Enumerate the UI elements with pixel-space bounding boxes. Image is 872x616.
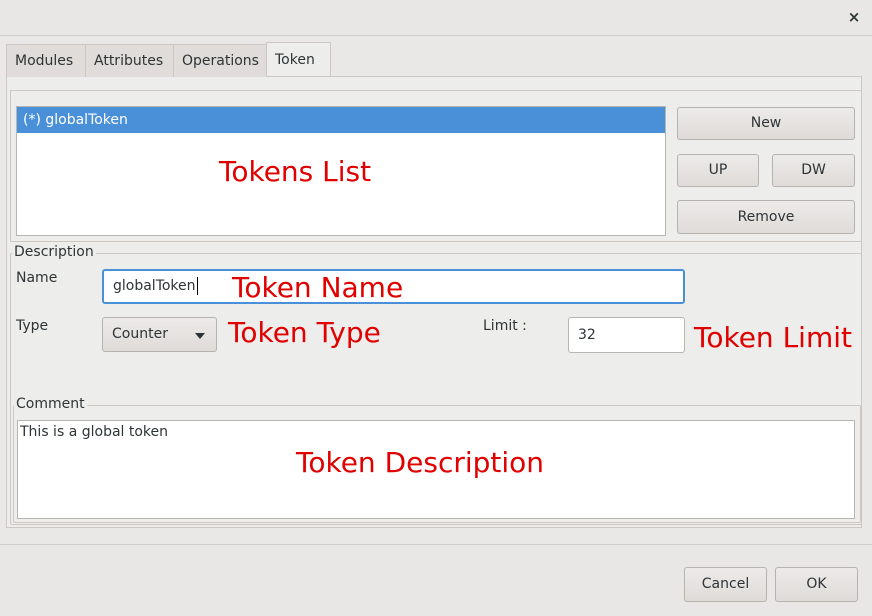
text-cursor bbox=[196, 277, 198, 295]
ok-button[interactable]: OK bbox=[775, 567, 858, 602]
type-dropdown[interactable]: Counter bbox=[102, 317, 217, 352]
tab-token[interactable]: Token bbox=[266, 42, 331, 76]
token-description-annotation: Token Description bbox=[296, 446, 545, 479]
tab-operations[interactable]: Operations bbox=[173, 44, 267, 77]
up-button[interactable]: UP bbox=[677, 154, 759, 187]
tab-modules[interactable]: Modules bbox=[6, 44, 86, 77]
list-item[interactable]: (*) globalToken bbox=[17, 107, 665, 133]
down-button[interactable]: DW bbox=[772, 154, 855, 187]
comment-legend: Comment bbox=[14, 396, 87, 412]
limit-label: Limit : bbox=[483, 318, 527, 334]
close-icon[interactable]: × bbox=[846, 8, 862, 26]
type-value: Counter bbox=[112, 326, 168, 342]
description-legend: Description bbox=[12, 244, 96, 260]
new-button[interactable]: New bbox=[677, 107, 855, 140]
name-label: Name bbox=[16, 270, 58, 286]
token-type-annotation: Token Type bbox=[228, 316, 381, 349]
cancel-button[interactable]: Cancel bbox=[684, 567, 767, 602]
title-bar bbox=[0, 0, 872, 36]
tokens-list-annotation: Tokens List bbox=[219, 155, 372, 188]
type-label: Type bbox=[16, 318, 49, 334]
remove-button[interactable]: Remove bbox=[677, 200, 855, 234]
chevron-down-icon bbox=[195, 333, 205, 339]
limit-field[interactable]: 32 bbox=[568, 317, 685, 353]
name-value: globalToken bbox=[113, 278, 196, 294]
token-name-annotation: Token Name bbox=[232, 271, 404, 304]
tab-attributes[interactable]: Attributes bbox=[85, 44, 174, 77]
token-limit-annotation: Token Limit bbox=[694, 321, 852, 354]
